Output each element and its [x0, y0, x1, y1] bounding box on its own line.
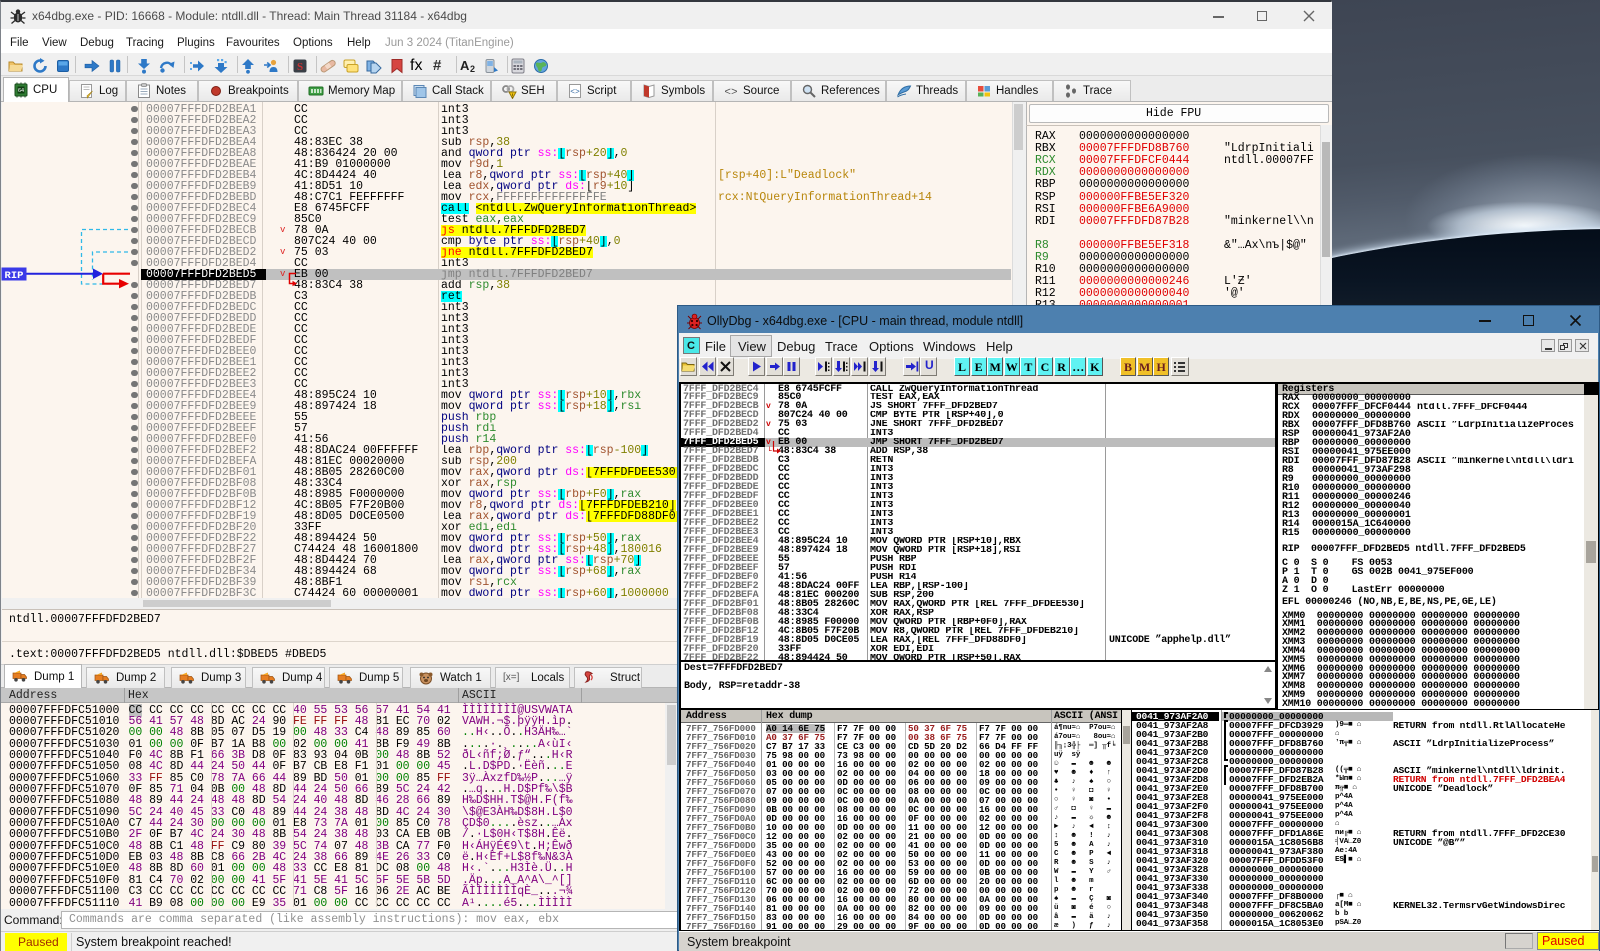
svg-text:RIP: RIP [5, 270, 24, 282]
svg-text:S: S [297, 61, 303, 73]
svg-text:!: ! [512, 94, 513, 99]
svg-text:<>: <> [570, 88, 580, 97]
svg-text:<>: <> [724, 87, 737, 99]
svg-text:64: 64 [18, 88, 24, 94]
